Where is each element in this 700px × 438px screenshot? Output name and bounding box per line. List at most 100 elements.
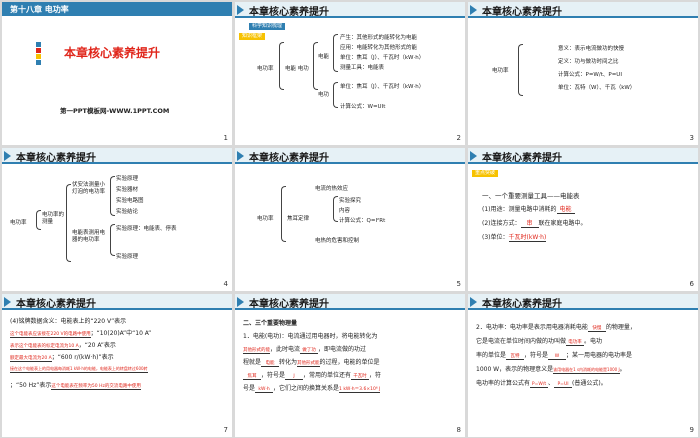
slide-header: 本章核心素养提升 (468, 148, 698, 164)
section-tag: 科学知识梳理 (249, 23, 286, 30)
answer-blank: 做了功 (300, 347, 319, 354)
leaf-node: 测量工具：电能表 (340, 65, 385, 71)
answer-blank: 瓦特 (506, 353, 525, 360)
brace (66, 184, 71, 262)
answer-blank: 千瓦时 (351, 373, 370, 380)
text-line: (4)铭牌数据含义：电能表上的“220 V”表示 (10, 318, 127, 325)
brace (279, 42, 284, 90)
answer-blank: P=UI (554, 382, 573, 388)
slide-thumbnail-9[interactable]: 本章核心素养提升 2．电功率：电功率是表示用电器消耗电能 快慢 的物理量， 它是电流… (468, 294, 698, 437)
slide-thumbnail-3[interactable]: 本章核心素养提升 电功率 意义：表示电流做功的快慢 定义：功与做功时间之比 计算… (468, 2, 698, 145)
leaf-node: 实验电路图 (116, 198, 144, 204)
slide-header: 本章核心素养提升 (2, 148, 232, 164)
slide-title: 本章核心素养提升 (64, 46, 161, 60)
answer-blank: W (548, 354, 567, 360)
answer-line: 这个电能表应该接在220 V的电路中使用；“10(20)A”中“10 A” (10, 328, 151, 338)
header-triangle-icon (470, 151, 477, 161)
brace (333, 34, 338, 72)
brace (281, 186, 286, 242)
answer-blank: 表示这个电能表的标定电流为10 A (10, 344, 79, 350)
leaf-node: 产生：其他形式的能转化为电能 (340, 35, 418, 41)
text-fragment: ，即电流做的功过 (318, 346, 367, 353)
text-line: 1．电能(电功)：电流通过用电器时，将电能转化为 (243, 333, 378, 340)
answer-blank: 电功率 (566, 339, 585, 346)
answer-blank: 千瓦时(kW·h) (508, 234, 547, 242)
question-line: (1)用途：测量电路中消耗的 电能 (482, 204, 575, 214)
slide-header: 本章核心素养提升 (468, 294, 698, 310)
text-fragment: 电功率的计算公式有 (476, 380, 531, 387)
header-title: 本章核心素养提升 (482, 153, 562, 164)
decor-square-icon (36, 42, 41, 47)
branch-node: 电功率的测量 (42, 212, 65, 225)
leaf-node: 实验原理 (116, 176, 139, 182)
slide-thumbnail-5[interactable]: 本章核心素养提升 电功率 焦耳定律 电流的热效应 实验探究 内容 计算公式：Q=… (235, 148, 465, 291)
text-line: 其他形式的能，此时电流 做了功 ，即电流做的功过 (243, 344, 366, 354)
text-fragment: 。 (619, 366, 626, 373)
root-node: 电功率 (257, 66, 274, 72)
header-triangle-icon (4, 297, 11, 307)
answer-blank: 该用电器在1 s内消耗的电能是1000 J (553, 367, 620, 374)
root-node: 电功率 (257, 216, 274, 222)
text-fragment: (普通公式)。 (572, 380, 607, 387)
leaf-node: 单位：焦耳（J）、千瓦时（kW·h） (340, 55, 425, 61)
question-text: (3)单位： (482, 234, 509, 241)
slide-number: 4 (223, 280, 228, 288)
answer-blank: 其他形式的能 (243, 348, 270, 354)
leaf-node: 实验原理：电能表、停表 (116, 226, 177, 232)
slide-thumbnail-1[interactable]: 第十八章 电功率 本章核心素养提升 第一PPT模板网-WWW.1PPT.COM … (2, 2, 232, 145)
leaf-node: 实验探究 (339, 198, 362, 204)
answer-blank: 电能 (556, 204, 575, 214)
text-line: ；“10(20)A”中“10 A” (90, 330, 152, 337)
text-line: 它是电流在单位时间内做的功叫做 电功率 。电功 (476, 336, 602, 346)
slide-number: 8 (456, 426, 461, 434)
slide-number: 5 (456, 280, 461, 288)
text-fragment: ，它们之间的换算关系是 (273, 385, 340, 392)
text-fragment: 的物理量， (605, 324, 636, 331)
slide-sorter-grid: 第十八章 电功率 本章核心素养提升 第一PPT模板网-WWW.1PPT.COM … (0, 0, 700, 438)
answer-blank: 其他形式能 (297, 361, 320, 367)
question-line: (3)单位：千瓦时(kW·h) (482, 232, 547, 242)
answer-line: 接在这个电能表上的用电器每消耗1 kW·h的电能，电能表上的转盘转过600转 (10, 366, 148, 373)
answer-line: 额定最大电流为20 A；“600 r/(kW·h)”表示 (10, 352, 114, 362)
root-node: 电功率 (10, 220, 27, 226)
header-title: 本章核心素养提升 (482, 299, 562, 310)
section-heading: 二、三个重要物理量 (243, 320, 298, 327)
text-fragment: ，常用的单位还有 (303, 372, 352, 379)
header-triangle-icon (237, 5, 244, 15)
brace (518, 44, 523, 96)
answer-blank: 这个电能表在频率为50 Hz的交流电路中使用 (51, 384, 141, 390)
slide-thumbnail-2[interactable]: 本章核心素养提升 科学知识梳理 知识框架 电功率 电能 电功 电能 电功 产生：… (235, 2, 465, 145)
slide-thumbnail-4[interactable]: 本章核心素养提升 电功率 电功率的测量 伏安法测量小灯泡的电功率 电能表测用电器… (2, 148, 232, 291)
answer-blank: 串 (520, 218, 539, 228)
text-line: 电功率的计算公式有 P=W/t、 P=UI (普通公式)。 (476, 378, 607, 388)
text-line: ；“50 Hz”表示 (10, 382, 52, 389)
text-fragment: ，符号是 (261, 372, 286, 379)
slide-thumbnail-8[interactable]: 本章核心素养提升 二、三个重要物理量 1．电能(电功)：电流通过用电器时，将电能… (235, 294, 465, 437)
subsection-tag: 知识框架 (239, 33, 266, 40)
header-title: 本章核心素养提升 (249, 7, 329, 18)
header-triangle-icon (237, 297, 244, 307)
answer-blank: 这个电能表应该接在220 V的电路中使用 (10, 332, 91, 338)
decor-square-icon (36, 60, 41, 65)
header-title: 本章核心素养提升 (249, 299, 329, 310)
branch-node: 电能表测用电器的电功率 (72, 230, 106, 243)
question-text: (2)连接方式： (482, 220, 521, 227)
slide-number: 3 (689, 134, 694, 142)
leaf-node: 单位：焦耳（J）、千瓦时（kW·h） (340, 84, 425, 90)
text-line: 程就是 电能 转化为其他形式能的过程，电能的单位是 (243, 357, 380, 367)
header-title: 本章核心素养提升 (249, 153, 329, 164)
brace (110, 176, 115, 216)
leaf-node: 计算公式：Q=I²Rt (339, 218, 386, 224)
decor-square-icon (36, 48, 41, 53)
text-line: 号是 kW·h ，它们之间的换算关系是1 kW·h＝3.6×10⁶ J (243, 383, 381, 393)
slide-thumbnail-6[interactable]: 本章核心素养提升 重点突破 一、一个重要测量工具——电能表 (1)用途：测量电路… (468, 148, 698, 291)
text-fragment: ，此时电流 (270, 346, 301, 353)
answer-blank: kW·h (255, 387, 274, 393)
leaf-node: 应用：电能转化为其他形式的能 (340, 45, 418, 51)
answer-blank: 快慢 (587, 325, 606, 332)
slide-header: 本章核心素养提升 (468, 2, 698, 18)
branch-node: 电功 (318, 92, 330, 98)
leaf-node: 电热的危害和控制 (315, 238, 360, 244)
leaf-node: 实验器材 (116, 187, 139, 193)
slide-thumbnail-7[interactable]: 本章核心素养提升 (4)铭牌数据含义：电能表上的“220 V”表示 这个电能表应… (2, 294, 232, 437)
